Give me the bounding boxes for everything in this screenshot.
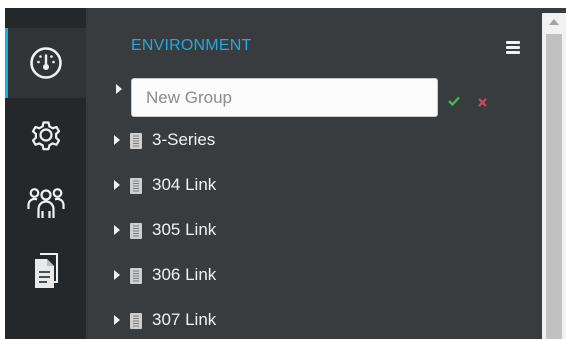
gear-icon: [28, 117, 64, 153]
nav-documents-button[interactable]: [5, 236, 86, 306]
device-icon: [130, 223, 142, 244]
expand-caret-icon[interactable]: [114, 135, 120, 145]
app-window: ENVIRONMENT 3-Series: [5, 8, 566, 339]
scrollbar[interactable]: [542, 13, 566, 339]
tree-row-label: 304 Link: [152, 175, 217, 194]
tree-row-label: 305 Link: [152, 220, 217, 239]
expand-caret-icon[interactable]: [114, 270, 120, 280]
check-icon: [448, 96, 460, 107]
nav-dashboard-button[interactable]: [5, 28, 86, 98]
tree-row[interactable]: 306 Link: [114, 263, 494, 289]
cancel-new-group-button[interactable]: [478, 94, 487, 112]
expand-caret-icon[interactable]: [114, 225, 120, 235]
nav-rail: [5, 8, 86, 339]
tree-row[interactable]: 307 Link: [114, 308, 494, 334]
confirm-new-group-button[interactable]: [448, 93, 460, 111]
environment-panel: ENVIRONMENT 3-Series: [86, 8, 541, 339]
users-icon: [26, 185, 66, 221]
device-icon: [130, 178, 142, 199]
tree-row[interactable]: 305 Link: [114, 218, 494, 244]
nav-users-button[interactable]: [5, 168, 86, 238]
tree-row-label: 306 Link: [152, 265, 217, 284]
new-group-input[interactable]: [131, 78, 438, 117]
new-group-expand-caret[interactable]: [116, 84, 122, 94]
expand-caret-icon[interactable]: [114, 180, 120, 190]
menu-button[interactable]: [504, 41, 524, 57]
tree-row[interactable]: 3-Series: [114, 128, 494, 154]
close-icon: [478, 98, 487, 107]
device-icon: [130, 313, 142, 334]
device-icon: [130, 268, 142, 289]
tree-row[interactable]: 304 Link: [114, 173, 494, 199]
panel-title: ENVIRONMENT: [131, 37, 252, 54]
gauge-icon: [29, 46, 63, 80]
hamburger-menu-icon: [506, 41, 520, 44]
nav-settings-button[interactable]: [5, 100, 86, 170]
tree-row-label: 307 Link: [152, 310, 217, 329]
device-icon: [130, 133, 142, 154]
document-icon: [31, 252, 61, 290]
scrollbar-thumb[interactable]: [546, 34, 562, 339]
expand-caret-icon[interactable]: [114, 315, 120, 325]
scroll-up-arrow-icon[interactable]: [542, 13, 566, 31]
tree-row-label: 3-Series: [152, 130, 216, 149]
